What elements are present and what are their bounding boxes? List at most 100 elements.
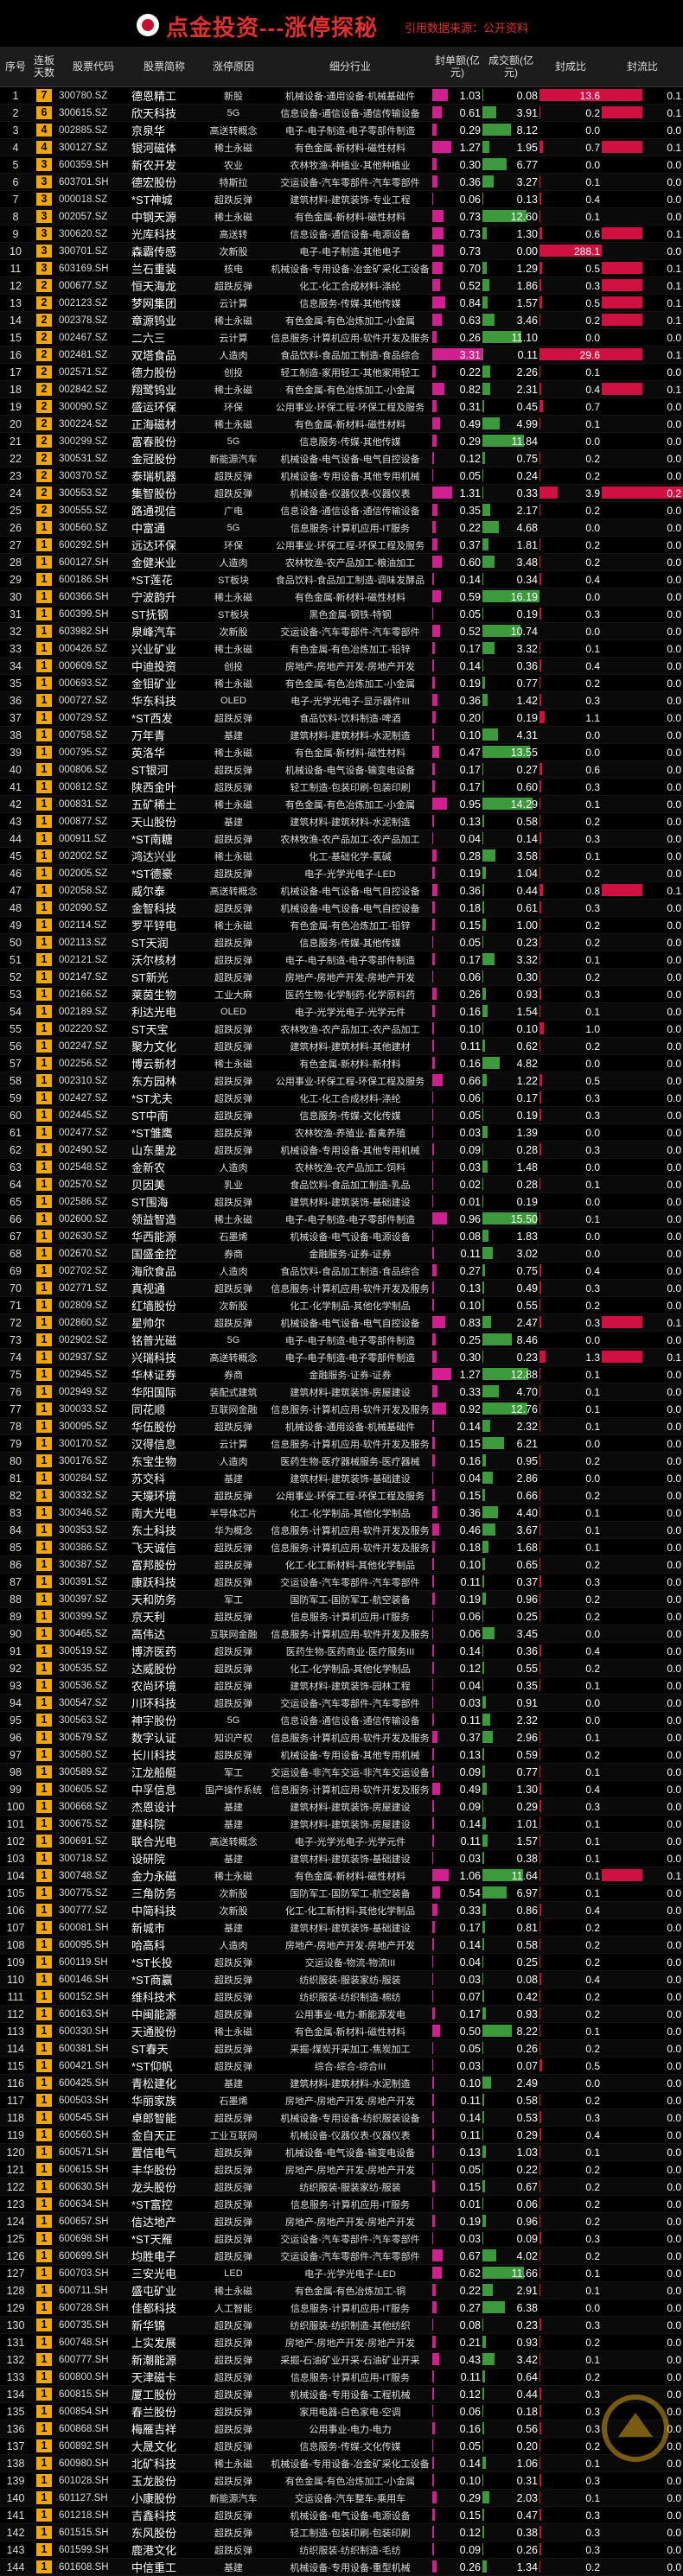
row-turnover-bar	[482, 2457, 486, 2469]
row-turnover-value: 1.30	[517, 228, 538, 240]
row-industry: 建筑材料-建筑装饰-基础建设	[268, 1850, 432, 1867]
row-reason: 超跌反弹	[199, 1695, 268, 1712]
row-seal-amount-bar	[432, 1869, 449, 1881]
row-turnover: 0.66	[482, 1487, 539, 1504]
row-reason: ST板块	[199, 606, 268, 623]
row-seal-turnover-ratio-bar	[539, 262, 542, 274]
row-seal-amount-bar	[432, 314, 442, 326]
streak-days-badge: 1	[36, 694, 52, 707]
row-industry: 机械设备-专用设备-工程机械	[268, 2386, 432, 2403]
row-seal-amount-bar	[432, 2422, 435, 2434]
streak-days-badge: 1	[36, 711, 52, 724]
row-reason: 超跌反弹	[199, 709, 268, 727]
row-seal-float-ratio-value: 0.0	[667, 2371, 681, 2383]
row-index: 53	[0, 986, 31, 1003]
row-code: 300748.SZ	[57, 1867, 130, 1885]
row-days: 4	[31, 139, 57, 156]
row-seal-amount: 0.03	[432, 1159, 482, 1176]
row-turnover: 3.32	[482, 640, 539, 658]
row-days: 1	[31, 1798, 57, 1816]
row-seal-amount-value: 0.11	[461, 1835, 481, 1848]
row-code: 002189.SZ	[57, 1003, 130, 1021]
row-seal-turnover-ratio: 0.7	[539, 398, 602, 416]
table-row: 791300170.SZ汉得信息云计算信息服务-计算机应用-软件开发及服务0.1…	[0, 1435, 683, 1453]
row-turnover: 1.83	[482, 1228, 539, 1245]
row-industry: 农林牧渔-种植业-其他种植业	[268, 156, 432, 174]
row-seal-turnover-ratio-bar	[539, 106, 540, 118]
row-name: ST新光	[130, 969, 199, 986]
row-seal-float-ratio: 0.0	[602, 1591, 683, 1608]
row-code: 600545.SH	[57, 2109, 130, 2127]
row-index: 57	[0, 1055, 31, 1072]
streak-days-badge: 1	[36, 2560, 52, 2573]
row-seal-turnover-ratio-bar	[539, 504, 540, 516]
row-seal-turnover-ratio-bar	[539, 2094, 540, 2106]
row-days: 1	[31, 571, 57, 588]
row-seal-float-ratio: 0.0	[602, 2317, 683, 2334]
row-seal-float-ratio-value: 0.0	[667, 729, 681, 741]
row-industry: 轻工制造-包装印刷-包装印刷	[268, 2524, 432, 2541]
row-code: 600630.SH	[57, 2178, 130, 2196]
row-reason: 国产操作系统	[199, 1781, 268, 1798]
row-seal-amount-value: 0.26	[460, 332, 481, 344]
row-code: 603169.SH	[57, 260, 130, 277]
row-seal-amount: 0.06	[432, 1608, 482, 1625]
row-turnover-value: 0.55	[517, 1663, 538, 1675]
row-industry: 机械设备-专用设备-其他专用机械	[268, 467, 432, 485]
row-turnover-bar	[482, 919, 486, 931]
row-seal-amount: 0.11	[432, 1245, 482, 1263]
row-seal-float-ratio-value: 0.0	[667, 902, 681, 914]
row-index: 108	[0, 1937, 31, 1954]
row-code: 002600.SZ	[57, 1211, 130, 1228]
row-turnover: 0.61	[482, 900, 539, 917]
row-seal-float-ratio-value: 0.0	[667, 712, 681, 724]
row-days: 1	[31, 2213, 57, 2230]
row-seal-turnover-ratio: 0.2	[539, 1556, 602, 1574]
row-seal-float-ratio-value: 0.0	[667, 194, 681, 206]
table-row: 391000795.SZ英洛华稀土永磁有色金属-新材料-磁性材料0.4713.5…	[0, 744, 683, 761]
row-seal-amount: 0.17	[432, 779, 482, 796]
row-seal-float-ratio: 0.0	[602, 1504, 683, 1522]
row-seal-amount: 0.59	[432, 588, 482, 606]
row-turnover: 2.26	[482, 364, 539, 381]
row-turnover-value: 3.32	[517, 643, 538, 655]
row-seal-float-ratio: 0.0	[602, 1332, 683, 1349]
row-index: 124	[0, 2213, 31, 2230]
col-header-seal-amount: 封单额(亿元)	[432, 47, 482, 87]
streak-days-badge: 1	[36, 1817, 52, 1830]
row-seal-turnover-ratio: 0.1	[539, 848, 602, 865]
row-seal-turnover-ratio-bar	[539, 1817, 540, 1829]
table-row: 1171600503.SH华丽家族石墨烯房地产-房地产开发-房地产开发0.110…	[0, 2092, 683, 2109]
row-turnover: 4.40	[482, 1504, 539, 1522]
row-industry: 公用事业-电力-新能源发电	[268, 2006, 432, 2023]
row-industry: 信息设备-通信设备-电源设备	[268, 226, 432, 243]
row-reason: 超跌反弹	[199, 2351, 268, 2369]
row-seal-amount-value: 0.27	[460, 1265, 481, 1277]
row-index: 72	[0, 1314, 31, 1332]
row-seal-amount-value: 0.15	[460, 2509, 481, 2522]
row-seal-turnover-ratio-bar	[539, 141, 543, 153]
row-turnover-value: 0.31	[517, 2475, 538, 2487]
table-row: 1161600425.SH青松建化基建建筑材料-建筑材料-水泥制造0.102.4…	[0, 2075, 683, 2092]
row-turnover-bar	[482, 2094, 484, 2106]
row-seal-amount-value: 0.06	[460, 1611, 481, 1623]
row-code: 000677.SZ	[57, 277, 130, 295]
row-code: 000877.SZ	[57, 813, 130, 830]
row-index: 77	[0, 1401, 31, 1418]
streak-days-badge: 1	[36, 2301, 52, 2314]
row-seal-turnover-ratio-value: 0.2	[585, 868, 600, 880]
row-turnover-bar	[482, 279, 489, 291]
row-turnover: 12.76	[482, 1401, 539, 1418]
row-reason: 超跌反弹	[199, 2006, 268, 2023]
row-seal-turnover-ratio-bar	[539, 1541, 540, 1553]
row-seal-amount: 0.19	[432, 865, 482, 882]
row-seal-turnover-ratio-bar	[539, 1956, 540, 1968]
row-seal-amount: 0.05	[432, 934, 482, 951]
row-turnover: 2.47	[482, 1314, 539, 1332]
row-seal-turnover-ratio-bar	[539, 1783, 541, 1795]
row-reason: 券商	[199, 1245, 268, 1263]
row-seal-turnover-ratio-value: 0.0	[585, 1248, 600, 1260]
row-seal-turnover-ratio: 0.2	[539, 554, 602, 571]
row-seal-amount-bar	[432, 901, 435, 913]
row-turnover: 1.04	[482, 865, 539, 882]
